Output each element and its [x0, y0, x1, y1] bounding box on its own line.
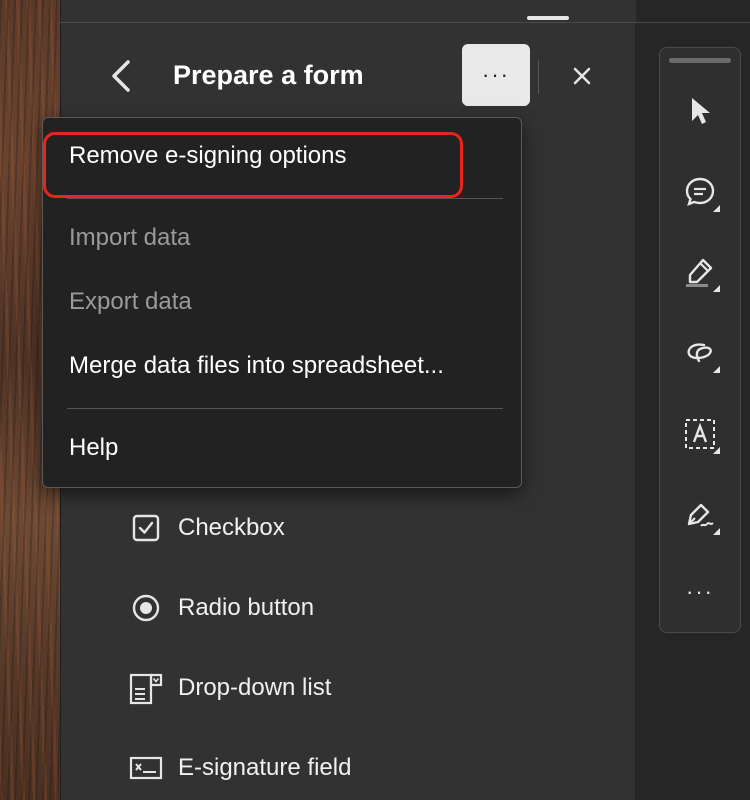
back-button[interactable]: [108, 58, 136, 94]
radio-button-icon: [128, 590, 164, 626]
drag-handle[interactable]: [527, 16, 569, 20]
checkbox-icon: [128, 510, 164, 546]
cursor-arrow-icon: [692, 98, 710, 124]
toolbar-grip[interactable]: [669, 58, 731, 63]
sign-tool[interactable]: [680, 495, 720, 535]
field-label: Checkbox: [178, 514, 285, 541]
menu-item-help[interactable]: Help: [69, 434, 118, 462]
menu-item-remove-e-signing[interactable]: Remove e-signing options: [69, 142, 347, 170]
e-signature-field-icon: [128, 750, 164, 786]
submenu-indicator: [713, 205, 720, 212]
field-label: E-signature field: [178, 754, 352, 781]
text-box-icon: [685, 419, 715, 449]
field-label: Drop-down list: [178, 674, 332, 701]
submenu-indicator: [713, 366, 720, 373]
comment-icon: [685, 177, 715, 207]
menu-item-export-data[interactable]: Export data: [69, 288, 192, 316]
more-options-button[interactable]: ···: [462, 44, 530, 106]
dropdown-list-icon: [128, 670, 164, 706]
top-divider: [60, 22, 750, 23]
submenu-indicator: [713, 285, 720, 292]
highlight-tool[interactable]: [680, 252, 720, 292]
more-tools-button[interactable]: ···: [680, 572, 720, 612]
more-options-menu: Remove e-signing options Import data Exp…: [42, 117, 522, 488]
field-label: Radio button: [178, 594, 315, 621]
header-divider: [538, 60, 539, 94]
menu-divider: [67, 408, 503, 409]
draw-tool[interactable]: [680, 333, 720, 373]
chevron-left-icon: [112, 60, 130, 92]
submenu-indicator: [713, 528, 720, 535]
panel-title: Prepare a form: [173, 60, 364, 90]
close-button[interactable]: [566, 58, 598, 94]
select-tool[interactable]: [680, 91, 720, 131]
field-radio-button[interactable]: Radio button: [128, 588, 314, 628]
more-horizontal-icon: ···: [482, 62, 510, 87]
field-dropdown-list[interactable]: Drop-down list: [128, 668, 331, 708]
pen-sign-icon: [687, 503, 714, 527]
menu-item-import-data[interactable]: Import data: [69, 224, 190, 252]
highlighter-icon: [686, 258, 713, 287]
menu-item-merge-data-files[interactable]: Merge data files into spreadsheet...: [69, 352, 444, 380]
field-checkbox[interactable]: Checkbox: [128, 508, 285, 548]
submenu-indicator: [713, 447, 720, 454]
quick-tools-toolbar: ···: [659, 47, 741, 633]
text-tool[interactable]: [680, 414, 720, 454]
freehand-draw-icon: [687, 343, 712, 363]
more-horizontal-icon: ···: [686, 579, 714, 604]
menu-divider: [67, 198, 503, 199]
comment-tool[interactable]: [680, 172, 720, 212]
close-icon: [573, 67, 591, 85]
field-e-signature[interactable]: E-signature field: [128, 748, 351, 788]
